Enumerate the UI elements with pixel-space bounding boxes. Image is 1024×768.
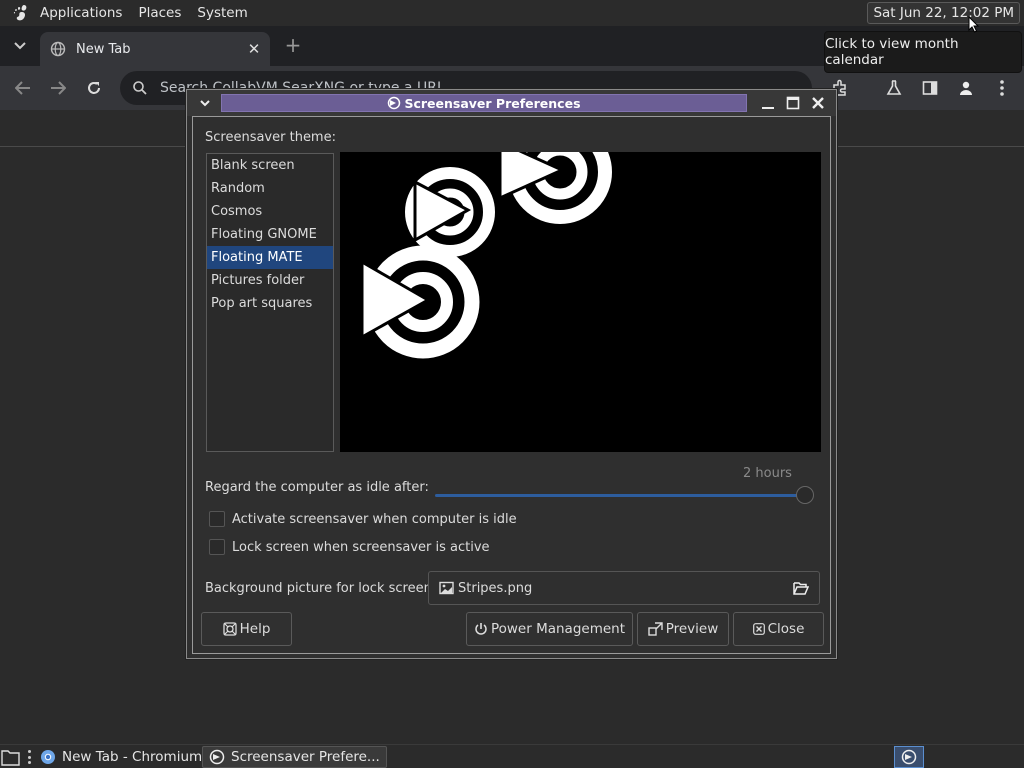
activate-label: Activate screensaver when computer is id… (232, 511, 517, 527)
background-file-name: Stripes.png (458, 580, 533, 596)
dialog-title-strip[interactable]: Screensaver Preferences (221, 94, 747, 112)
close-button[interactable]: Close (733, 612, 824, 646)
power-management-icon (475, 623, 487, 635)
theme-item[interactable]: Random (207, 177, 333, 200)
help-label: Help (239, 621, 271, 637)
theme-item[interactable]: Cosmos (207, 200, 333, 223)
menu-applications[interactable]: Applications (32, 0, 130, 26)
bottom-taskbar: New Tab - Chromium Screensaver Prefere..… (0, 744, 1024, 768)
tab-title: New Tab (76, 41, 131, 57)
lock-screen-row[interactable]: Lock screen when screensaver is active (209, 539, 490, 555)
side-panel-icon[interactable] (919, 77, 941, 99)
background-file-chooser[interactable]: Stripes.png (428, 571, 820, 605)
idle-value: 2 hours (743, 466, 792, 481)
activate-checkbox[interactable] (209, 511, 225, 527)
theme-item[interactable]: Pictures folder (207, 269, 333, 292)
mouse-cursor-icon (968, 16, 980, 33)
help-button[interactable]: Help (201, 612, 292, 646)
taskbar-handle-icon[interactable] (28, 750, 32, 764)
dialog-title: Screensaver Preferences (404, 95, 581, 111)
background-label: Background picture for lock screen: (205, 581, 437, 596)
lock-label: Lock screen when screensaver is active (232, 539, 490, 555)
theme-item-selected[interactable]: Floating MATE (207, 246, 333, 269)
reload-icon[interactable] (83, 77, 105, 99)
profile-icon[interactable] (955, 77, 977, 99)
open-file-icon[interactable] (791, 578, 811, 598)
workspace-switcher-icon[interactable] (894, 746, 924, 768)
forward-icon[interactable] (47, 77, 69, 99)
new-tab-icon[interactable]: + (282, 33, 304, 57)
screensaver-dialog: Screensaver Preferences Screensaver them… (186, 89, 837, 659)
theme-item[interactable]: Blank screen (207, 154, 333, 177)
clock[interactable]: Sat Jun 22, 12:02 PM (867, 2, 1020, 24)
close-tab-icon[interactable]: ✕ (244, 39, 264, 59)
help-icon (222, 622, 237, 636)
show-desktop-icon[interactable] (0, 747, 22, 767)
lock-checkbox[interactable] (209, 539, 225, 555)
menu-places[interactable]: Places (130, 0, 189, 26)
theme-item[interactable]: Floating GNOME (207, 223, 333, 246)
screensaver-icon (388, 96, 401, 110)
labs-flask-icon[interactable] (883, 77, 905, 99)
image-file-icon (439, 581, 454, 595)
task-label: Screensaver Prefere... (231, 749, 380, 765)
idle-slider[interactable] (435, 494, 809, 497)
close-x-icon (752, 623, 765, 635)
dialog-titlebar[interactable]: Screensaver Preferences (187, 90, 836, 116)
globe-icon (50, 41, 66, 57)
preview-button[interactable]: Preview (637, 612, 729, 646)
search-icon (133, 81, 147, 95)
task-label: New Tab - Chromium (62, 749, 203, 765)
menu-kebab-icon[interactable] (991, 77, 1013, 99)
top-panel: Applications Places System Sat Jun 22, 1… (0, 0, 1024, 26)
minimize-icon[interactable] (759, 94, 777, 112)
maximize-icon[interactable] (784, 94, 802, 112)
dialog-content: Screensaver theme: Blank screen Random C… (192, 116, 831, 654)
close-window-icon[interactable] (809, 94, 827, 112)
idle-label: Regard the computer as idle after: (205, 480, 429, 495)
menu-system[interactable]: System (189, 0, 255, 26)
chromium-icon (41, 750, 55, 764)
theme-list[interactable]: Blank screen Random Cosmos Floating GNOM… (206, 153, 334, 452)
gnome-foot-icon[interactable] (10, 2, 32, 24)
task-chromium[interactable]: New Tab - Chromium (34, 746, 208, 768)
window-menu-icon[interactable] (197, 94, 213, 112)
power-management-button[interactable]: Power Management (466, 612, 633, 646)
task-screensaver-preferences[interactable]: Screensaver Prefere... (202, 746, 387, 768)
idle-slider-handle[interactable] (796, 486, 814, 504)
theme-label: Screensaver theme: (205, 130, 336, 145)
preview-label: Preview (665, 621, 719, 637)
calendar-tooltip: Click to view month calendar (824, 31, 1022, 73)
theme-item[interactable]: Pop art squares (207, 292, 333, 315)
tab-search-icon[interactable] (10, 36, 30, 56)
close-label: Close (767, 621, 805, 637)
preview-fullscreen-icon (648, 622, 663, 636)
power-management-label: Power Management (490, 621, 626, 637)
floating-mate-logo-icon (360, 152, 612, 359)
screensaver-preview (340, 152, 821, 452)
activate-screensaver-row[interactable]: Activate screensaver when computer is id… (209, 511, 517, 527)
screensaver-icon (209, 749, 225, 765)
browser-tab[interactable]: New Tab ✕ (40, 32, 270, 66)
back-icon[interactable] (12, 77, 34, 99)
